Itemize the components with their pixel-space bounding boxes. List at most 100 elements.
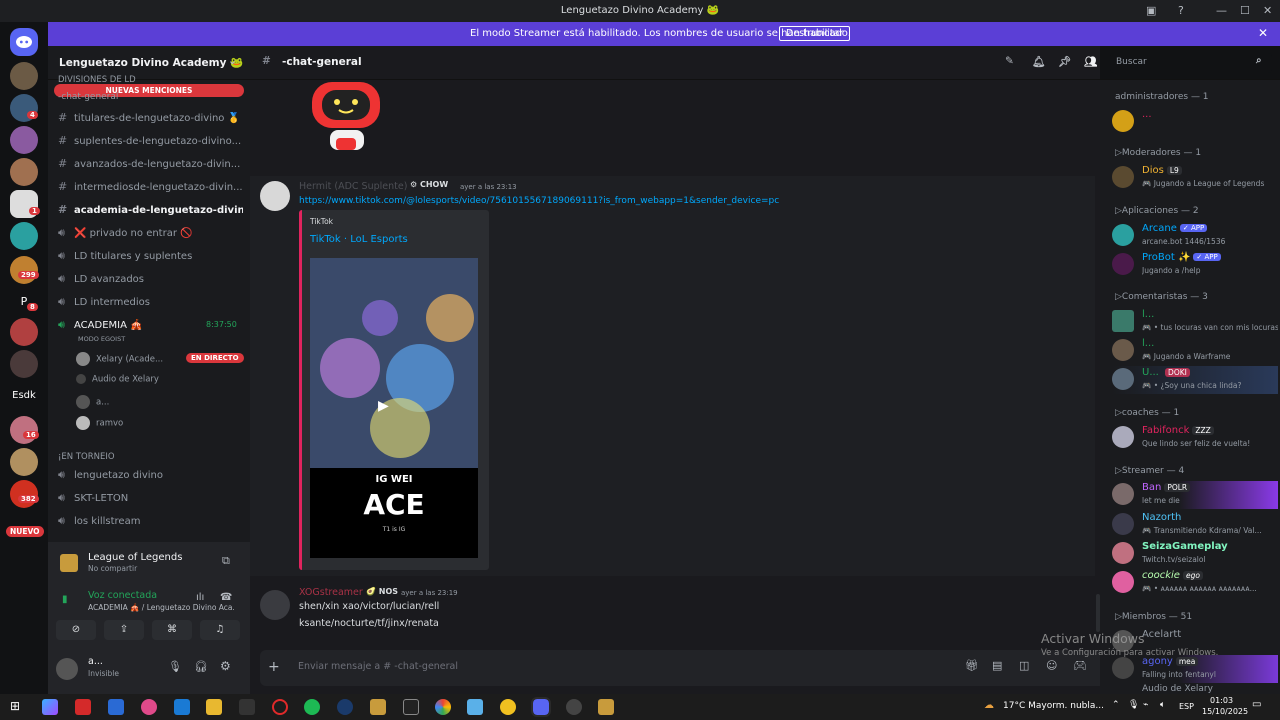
weather-icon[interactable]: ☁ (984, 700, 994, 711)
notification-icon[interactable]: ▭ (1252, 699, 1261, 710)
server-icon[interactable] (10, 126, 38, 154)
member-item[interactable]: Fabifonck ZZZ Que lindo ser feliz de vuel… (1112, 424, 1278, 452)
opera-icon[interactable] (272, 699, 288, 715)
voice-channel[interactable]: 🔊︎ LD titulares y suplentes (58, 249, 243, 269)
avatar[interactable] (260, 181, 290, 211)
voice-user[interactable]: Xelary (Acade... (76, 352, 163, 366)
voice-user[interactable]: Audio de Xelary (76, 374, 159, 385)
member-item[interactable]: agony mea Falling into fentanyl (1112, 655, 1278, 683)
clock-date[interactable]: 15/10/2025 (1202, 707, 1248, 716)
app-icon[interactable] (239, 699, 255, 715)
app-r-icon[interactable] (108, 699, 124, 715)
app-icon[interactable] (467, 699, 483, 715)
help-icon[interactable]: ? (1178, 4, 1184, 17)
clock-time[interactable]: 01:03 (1210, 696, 1233, 705)
microphone-icon[interactable]: 🎙︎ (168, 660, 182, 673)
channel-item[interactable]: # intermediosde-lenguetazo-divin... (58, 180, 243, 200)
steam-icon[interactable] (337, 699, 353, 715)
category-label[interactable]: ¡EN TORNEIO (58, 452, 115, 462)
embed-title[interactable]: TikTok · LoL Esports (310, 234, 408, 245)
epic-icon[interactable] (403, 699, 419, 715)
server-icon[interactable] (10, 222, 38, 250)
activities-button[interactable]: ⌘ (152, 620, 192, 640)
server-icon[interactable]: Esdk (4, 382, 44, 410)
server-icon[interactable] (10, 416, 38, 444)
server-icon[interactable]: P (10, 288, 38, 316)
settings-gear-icon[interactable]: ⚙ (220, 659, 231, 673)
volume-icon[interactable]: 🔈︎ (1160, 700, 1165, 710)
app-icon[interactable] (566, 699, 582, 715)
tray-chevron-icon[interactable]: ⌃ (1112, 700, 1120, 710)
member-item[interactable]: ... (1112, 108, 1278, 136)
outlook-icon[interactable] (174, 699, 190, 715)
acrobat-icon[interactable] (75, 699, 91, 715)
gif-icon[interactable]: ▤ (992, 659, 1002, 672)
member-item[interactable]: coockie ego 🎮 • ᴀᴀᴀᴀᴀᴀ ᴀᴀᴀᴀᴀᴀ ᴀᴀᴀᴀᴀᴀᴀ... (1112, 569, 1278, 597)
discord-taskbar-icon[interactable] (531, 697, 551, 717)
server-icon[interactable] (10, 158, 38, 186)
voice-channel[interactable]: 🔊︎ lenguetazo divino (58, 468, 243, 488)
member-item[interactable]: U... DOKI 🎮 • ¿Soy una chica linda? (1112, 366, 1278, 394)
voice-channel[interactable]: 🔊︎ SKT-LETON (58, 491, 243, 511)
chevron-down-icon[interactable]: ⌄ (228, 55, 237, 67)
weather-text[interactable]: 17°C Mayorm. nubla... (1003, 701, 1104, 711)
mic-tray-icon[interactable]: 🎙︎ (1128, 700, 1139, 710)
video-thumbnail[interactable]: ▶ IG WEI ACE T1 is IG (310, 258, 478, 558)
play-icon[interactable]: ▶ (378, 398, 389, 414)
author-name[interactable]: Hermit (ADC Suplente) (299, 181, 407, 192)
apps-icon[interactable]: 🎮︎ (1073, 659, 1087, 672)
voice-channel[interactable]: 🔊︎ LD avanzados (58, 272, 243, 292)
voice-channel[interactable]: 🔊︎ los killstream (58, 514, 243, 534)
chrome-icon[interactable] (435, 699, 451, 715)
riot-icon[interactable] (598, 699, 614, 715)
channel-item[interactable]: # suplentes-de-lenguetazo-divino... (58, 134, 243, 154)
soundboard-button[interactable]: ♫ (200, 620, 240, 640)
league-icon[interactable] (370, 699, 386, 715)
member-item[interactable]: ProBot ✨ ✓ APP Jugando a /help (1112, 251, 1278, 279)
member-item[interactable]: Ban POLR let me die (1112, 481, 1278, 509)
avatar[interactable] (56, 658, 78, 680)
server-icon[interactable] (10, 256, 38, 284)
pin-icon[interactable]: 📌︎ (1058, 55, 1071, 68)
maximize-button[interactable]: ☐ (1240, 4, 1250, 17)
member-item[interactable]: l... 🎮 Jugando a Warframe (1112, 337, 1278, 365)
spotify-icon[interactable] (304, 699, 320, 715)
new-badge[interactable]: NUEVO (6, 526, 44, 537)
channel-item[interactable]: # avanzados-de-lenguetazo-divin... (58, 157, 243, 177)
sticker-icon[interactable]: ◫ (1019, 659, 1029, 672)
copilot-icon[interactable] (42, 699, 58, 715)
add-attachment-icon[interactable]: + (268, 659, 280, 675)
new-mentions-pill[interactable]: NUEVAS MENCIONES (54, 84, 244, 97)
noise-icon[interactable]: ılı (196, 592, 204, 603)
network-icon[interactable]: ⌁ (1143, 700, 1148, 710)
server-icon[interactable] (10, 480, 38, 508)
avatar[interactable] (260, 590, 290, 620)
search-input[interactable]: Buscar ⌕ (1110, 53, 1272, 73)
windows-start-icon[interactable]: ⊞ (10, 699, 20, 713)
inbox-icon[interactable]: ▣ (1146, 4, 1156, 17)
server-icon[interactable] (10, 62, 38, 90)
share-screen-button[interactable]: ⇪ (104, 620, 144, 640)
disconnect-icon[interactable]: ☎ (220, 592, 232, 603)
voice-channel[interactable]: 🔊︎ ❌ privado no entrar 🚫 (58, 226, 243, 246)
disable-streamer-button[interactable]: Deshabilitar (779, 26, 851, 41)
gift-icon[interactable]: 🎁︎ (965, 659, 979, 672)
member-item[interactable]: Dios L9 🎮 Jugando a League of Legends (1112, 164, 1278, 192)
app-icon[interactable] (500, 699, 516, 715)
minimize-button[interactable]: — (1216, 4, 1227, 17)
headphones-icon[interactable]: 🎧︎ (194, 660, 208, 673)
voice-channel-name[interactable]: ACADEMIA 🎪 / Lenguetazo Divino Aca... (88, 603, 234, 612)
voice-user[interactable]: a... (76, 395, 109, 409)
folder-icon[interactable] (206, 699, 222, 715)
app-icon[interactable] (141, 699, 157, 715)
member-item[interactable]: l... 🎮 • tus locuras van con mis locuras (1112, 308, 1278, 336)
voice-channel[interactable]: 🔊︎ LD intermedios (58, 295, 243, 315)
camera-off-button[interactable]: ⊘ (56, 620, 96, 640)
member-item[interactable]: Nazorth 🎮 Transmitiendo Kdrama/ Val... (1112, 511, 1278, 539)
emoji-icon[interactable]: ☺ (1046, 659, 1057, 672)
server-icon[interactable] (10, 318, 38, 346)
channel-item[interactable]: #academia-de-lenguetazo-divino... (58, 203, 243, 223)
threads-icon[interactable]: ✎ (1005, 55, 1014, 67)
close-icon[interactable]: ✕ (1258, 26, 1268, 40)
member-item[interactable]: SeizaGameplay Twitch.tv/seizalol (1112, 540, 1278, 568)
